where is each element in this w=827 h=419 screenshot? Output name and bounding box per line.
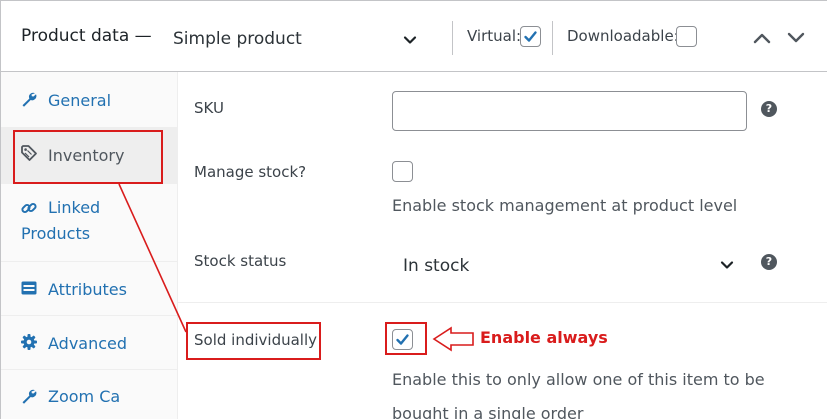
- annotation-connector-line: [118, 183, 187, 333]
- product-data-panel: Product data — Simple product Virtual: D…: [0, 0, 827, 419]
- annotation-text: Enable always: [480, 328, 608, 347]
- annotation-arrow-icon: [432, 326, 474, 352]
- annotation-overlay: [118, 183, 474, 352]
